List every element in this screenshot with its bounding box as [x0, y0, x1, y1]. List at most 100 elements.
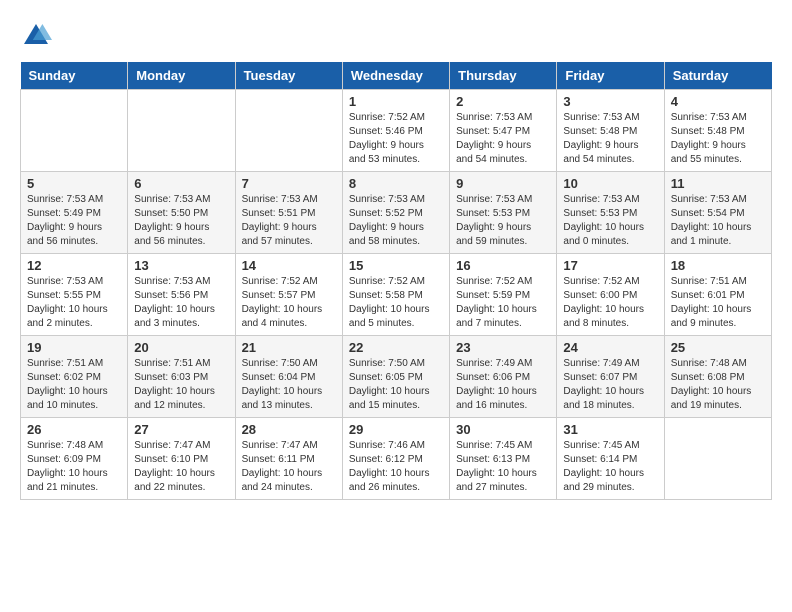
day-info: Sunrise: 7:53 AM Sunset: 5:54 PM Dayligh…: [671, 193, 765, 249]
day-info: Sunrise: 7:52 AM Sunset: 6:00 PM Dayligh…: [563, 275, 657, 331]
day-number: 22: [349, 340, 443, 355]
day-number: 31: [563, 422, 657, 437]
day-cell: 29Sunrise: 7:46 AM Sunset: 6:12 PM Dayli…: [342, 418, 449, 500]
day-cell: 11 Sunrise: 7:53 AM Sunset: 5:54 PM Dayli…: [664, 172, 771, 254]
day-cell: 2Sunrise: 7:53 AM Sunset: 5:47 PM Daylig…: [450, 90, 557, 172]
day-number: 14: [242, 258, 336, 273]
day-info: Sunrise: 7:53 AM Sunset: 5:50 PM Dayligh…: [134, 193, 228, 249]
day-number: 28: [242, 422, 336, 437]
day-info: Sunrise: 7:52 AM Sunset: 5:58 PM Dayligh…: [349, 275, 443, 331]
day-info: Sunrise: 7:51 AM Sunset: 6:03 PM Dayligh…: [134, 357, 228, 413]
day-info: Sunrise: 7:53 AM Sunset: 5:48 PM Dayligh…: [671, 111, 765, 167]
day-number: 20: [134, 340, 228, 355]
day-info: Sunrise: 7:47 AM Sunset: 6:11 PM Dayligh…: [242, 439, 336, 495]
day-cell: [664, 418, 771, 500]
day-cell: 27Sunrise: 7:47 AM Sunset: 6:10 PM Dayli…: [128, 418, 235, 500]
day-number: 17: [563, 258, 657, 273]
day-number: 2: [456, 94, 550, 109]
day-number: 15: [349, 258, 443, 273]
day-cell: [21, 90, 128, 172]
day-number: 9: [456, 176, 550, 191]
day-cell: 12 Sunrise: 7:53 AM Sunset: 5:55 PM Dayli…: [21, 254, 128, 336]
week-row-2: 5 Sunrise: 7:53 AM Sunset: 5:49 PM Daylig…: [21, 172, 772, 254]
day-info: Sunrise: 7:53 AM Sunset: 5:51 PM Dayligh…: [242, 193, 336, 249]
day-info: Sunrise: 7:49 AM Sunset: 6:06 PM Dayligh…: [456, 357, 550, 413]
day-cell: 23 Sunrise: 7:49 AM Sunset: 6:06 PM Dayli…: [450, 336, 557, 418]
day-cell: 14Sunrise: 7:52 AM Sunset: 5:57 PM Dayli…: [235, 254, 342, 336]
day-info: Sunrise: 7:49 AM Sunset: 6:07 PM Dayligh…: [563, 357, 657, 413]
day-cell: 9 Sunrise: 7:53 AM Sunset: 5:53 PM Daylig…: [450, 172, 557, 254]
page-header: [20, 20, 772, 52]
day-info: Sunrise: 7:45 AM Sunset: 6:14 PM Dayligh…: [563, 439, 657, 495]
day-info: Sunrise: 7:53 AM Sunset: 5:53 PM Dayligh…: [563, 193, 657, 249]
day-cell: 28 Sunrise: 7:47 AM Sunset: 6:11 PM Dayli…: [235, 418, 342, 500]
day-info: Sunrise: 7:53 AM Sunset: 5:52 PM Dayligh…: [349, 193, 443, 249]
day-number: 19: [27, 340, 121, 355]
week-row-4: 19 Sunrise: 7:51 AM Sunset: 6:02 PM Dayli…: [21, 336, 772, 418]
day-cell: 25 Sunrise: 7:48 AM Sunset: 6:08 PM Dayli…: [664, 336, 771, 418]
day-cell: 20 Sunrise: 7:51 AM Sunset: 6:03 PM Dayli…: [128, 336, 235, 418]
day-info: Sunrise: 7:53 AM Sunset: 5:49 PM Dayligh…: [27, 193, 121, 249]
day-number: 13: [134, 258, 228, 273]
day-cell: 18 Sunrise: 7:51 AM Sunset: 6:01 PM Dayli…: [664, 254, 771, 336]
day-cell: 13 Sunrise: 7:53 AM Sunset: 5:56 PM Dayli…: [128, 254, 235, 336]
day-cell: 31 Sunrise: 7:45 AM Sunset: 6:14 PM Dayli…: [557, 418, 664, 500]
day-cell: [235, 90, 342, 172]
day-number: 6: [134, 176, 228, 191]
day-number: 12: [27, 258, 121, 273]
day-cell: 22 Sunrise: 7:50 AM Sunset: 6:05 PM Dayli…: [342, 336, 449, 418]
day-number: 1: [349, 94, 443, 109]
header-cell-sunday: Sunday: [21, 62, 128, 90]
day-info: Sunrise: 7:52 AM Sunset: 5:46 PM Dayligh…: [349, 111, 443, 167]
week-row-5: 26Sunrise: 7:48 AM Sunset: 6:09 PM Dayli…: [21, 418, 772, 500]
day-info: Sunrise: 7:51 AM Sunset: 6:02 PM Dayligh…: [27, 357, 121, 413]
day-number: 25: [671, 340, 765, 355]
day-info: Sunrise: 7:48 AM Sunset: 6:08 PM Dayligh…: [671, 357, 765, 413]
day-number: 30: [456, 422, 550, 437]
day-cell: 1 Sunrise: 7:52 AM Sunset: 5:46 PM Daylig…: [342, 90, 449, 172]
week-row-1: 1 Sunrise: 7:52 AM Sunset: 5:46 PM Daylig…: [21, 90, 772, 172]
header-cell-monday: Monday: [128, 62, 235, 90]
day-number: 21: [242, 340, 336, 355]
logo: [20, 20, 56, 52]
header-cell-tuesday: Tuesday: [235, 62, 342, 90]
day-info: Sunrise: 7:53 AM Sunset: 5:53 PM Dayligh…: [456, 193, 550, 249]
day-number: 5: [27, 176, 121, 191]
day-number: 23: [456, 340, 550, 355]
header-cell-thursday: Thursday: [450, 62, 557, 90]
day-number: 10: [563, 176, 657, 191]
day-cell: 3 Sunrise: 7:53 AM Sunset: 5:48 PM Daylig…: [557, 90, 664, 172]
day-number: 8: [349, 176, 443, 191]
header-cell-friday: Friday: [557, 62, 664, 90]
day-cell: 19 Sunrise: 7:51 AM Sunset: 6:02 PM Dayli…: [21, 336, 128, 418]
day-cell: 30 Sunrise: 7:45 AM Sunset: 6:13 PM Dayli…: [450, 418, 557, 500]
header-cell-wednesday: Wednesday: [342, 62, 449, 90]
day-cell: 21Sunrise: 7:50 AM Sunset: 6:04 PM Dayli…: [235, 336, 342, 418]
day-info: Sunrise: 7:53 AM Sunset: 5:55 PM Dayligh…: [27, 275, 121, 331]
day-cell: 17 Sunrise: 7:52 AM Sunset: 6:00 PM Dayli…: [557, 254, 664, 336]
day-number: 3: [563, 94, 657, 109]
day-cell: 16 Sunrise: 7:52 AM Sunset: 5:59 PM Dayli…: [450, 254, 557, 336]
day-number: 29: [349, 422, 443, 437]
day-number: 26: [27, 422, 121, 437]
day-number: 11: [671, 176, 765, 191]
day-info: Sunrise: 7:47 AM Sunset: 6:10 PM Dayligh…: [134, 439, 228, 495]
day-cell: 6 Sunrise: 7:53 AM Sunset: 5:50 PM Daylig…: [128, 172, 235, 254]
day-info: Sunrise: 7:45 AM Sunset: 6:13 PM Dayligh…: [456, 439, 550, 495]
day-cell: 7Sunrise: 7:53 AM Sunset: 5:51 PM Daylig…: [235, 172, 342, 254]
day-info: Sunrise: 7:50 AM Sunset: 6:05 PM Dayligh…: [349, 357, 443, 413]
day-info: Sunrise: 7:52 AM Sunset: 5:59 PM Dayligh…: [456, 275, 550, 331]
day-info: Sunrise: 7:51 AM Sunset: 6:01 PM Dayligh…: [671, 275, 765, 331]
day-cell: 4Sunrise: 7:53 AM Sunset: 5:48 PM Daylig…: [664, 90, 771, 172]
day-info: Sunrise: 7:53 AM Sunset: 5:56 PM Dayligh…: [134, 275, 228, 331]
logo-icon: [20, 20, 52, 52]
day-cell: [128, 90, 235, 172]
day-info: Sunrise: 7:53 AM Sunset: 5:48 PM Dayligh…: [563, 111, 657, 167]
day-number: 24: [563, 340, 657, 355]
header-row: SundayMondayTuesdayWednesdayThursdayFrid…: [21, 62, 772, 90]
week-row-3: 12 Sunrise: 7:53 AM Sunset: 5:55 PM Dayli…: [21, 254, 772, 336]
day-number: 18: [671, 258, 765, 273]
day-cell: 8 Sunrise: 7:53 AM Sunset: 5:52 PM Daylig…: [342, 172, 449, 254]
calendar-table: SundayMondayTuesdayWednesdayThursdayFrid…: [20, 62, 772, 500]
day-number: 16: [456, 258, 550, 273]
